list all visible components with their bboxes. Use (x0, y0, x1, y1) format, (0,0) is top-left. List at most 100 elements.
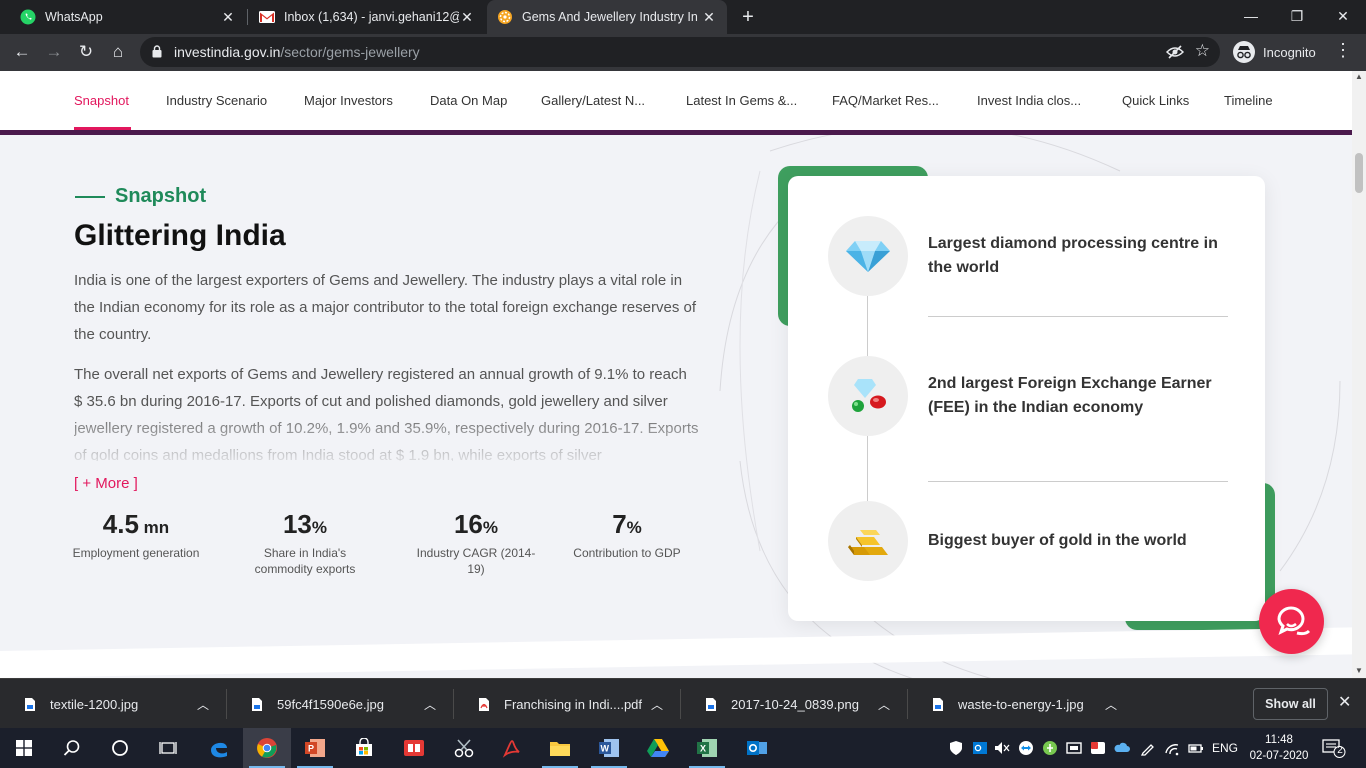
chevron-up-icon[interactable]: ︿ (874, 696, 894, 713)
incognito-profile-button[interactable]: Incognito (1233, 38, 1316, 66)
file-icon (24, 697, 36, 712)
download-item[interactable]: Franchising in Indi....pdf ︿ (454, 679, 681, 729)
close-tab-icon[interactable]: ✕ (459, 9, 475, 26)
system-clock[interactable]: 11:48 02-07-2020 (1248, 732, 1310, 764)
svg-text:X: X (700, 744, 706, 754)
chevron-up-icon[interactable]: ︿ (420, 696, 440, 713)
bookmark-star-icon[interactable]: ☆ (1195, 41, 1210, 61)
intro-paragraph: India is one of the largest exporters of… (74, 272, 697, 343)
notification-app-icon[interactable] (1090, 740, 1106, 756)
tab-title: WhatsApp (45, 10, 103, 24)
google-drive-icon[interactable] (634, 728, 682, 768)
display-tray-icon[interactable] (1066, 740, 1082, 756)
battery-icon[interactable] (1188, 740, 1204, 756)
download-item[interactable]: waste-to-energy-1.jpg ︿ (908, 679, 1135, 729)
subnav-invest-india[interactable]: Invest India clos... (977, 93, 1081, 108)
web-page: Snapshot Industry Scenario Major Investo… (0, 71, 1352, 678)
sync-tray-icon[interactable] (1042, 740, 1058, 756)
cortana-icon[interactable] (96, 728, 144, 768)
restore-icon[interactable]: ❐ (1274, 0, 1320, 32)
stat-value: 4.5 mn (102, 509, 170, 539)
chevron-up-icon[interactable]: ︿ (647, 696, 667, 713)
wifi-icon[interactable] (1164, 740, 1180, 756)
page-scrollbar[interactable]: ▲ ▼ (1352, 71, 1366, 678)
input-language-label[interactable]: ENG (1212, 741, 1238, 755)
address-bar[interactable]: investindia.gov.in/sector/gems-jewellery… (140, 37, 1220, 67)
tab-whatsapp[interactable]: WhatsApp ✕ (10, 0, 246, 34)
reader-app-icon[interactable] (390, 728, 438, 768)
outlook-icon[interactable] (733, 728, 781, 768)
stat-industry-cagr: 16% Industry CAGR (2014-19) (411, 509, 541, 577)
subnav-quick-links[interactable]: Quick Links (1122, 93, 1189, 108)
close-tab-icon[interactable]: ✕ (220, 9, 236, 26)
download-item[interactable]: 59fc4f1590e6e.jpg ︿ (227, 679, 454, 729)
home-icon[interactable]: ⌂ (106, 40, 130, 64)
subnav-major-investors[interactable]: Major Investors (304, 93, 393, 108)
task-view-icon[interactable] (144, 728, 192, 768)
svg-text:W: W (601, 744, 610, 754)
subnav-industry-scenario[interactable]: Industry Scenario (166, 93, 267, 108)
teamviewer-icon[interactable] (1018, 740, 1034, 756)
chat-bubble-icon (1277, 606, 1311, 636)
action-center-icon[interactable]: 2 (1322, 738, 1346, 758)
browser-menu-icon[interactable]: ⋮ (1333, 40, 1353, 61)
back-icon[interactable]: ← (10, 40, 34, 64)
reload-icon[interactable]: ↻ (74, 40, 98, 64)
tab-gmail[interactable]: Inbox (1,634) - janvi.gehani12@g ✕ (249, 0, 485, 34)
subnav-faq-market[interactable]: FAQ/Market Res... (832, 93, 939, 108)
read-more-link[interactable]: [ + More ] (74, 475, 138, 492)
fact-text: Biggest buyer of gold in the world (928, 532, 1187, 549)
edge-browser-icon[interactable] (195, 728, 243, 768)
powerpoint-icon[interactable]: P (291, 728, 339, 768)
search-icon[interactable] (48, 728, 96, 768)
subnav-timeline[interactable]: Timeline (1224, 93, 1273, 108)
microsoft-store-icon[interactable] (340, 728, 388, 768)
divider-line (928, 316, 1228, 317)
download-shelf: textile-1200.jpg ︿ 59fc4f1590e6e.jpg ︿ F… (0, 678, 1366, 728)
snipping-tool-icon[interactable] (440, 728, 488, 768)
office-tray-icon[interactable] (972, 740, 988, 756)
subnav-gallery[interactable]: Gallery/Latest N... (541, 93, 645, 108)
tracking-blocked-eye-icon[interactable] (1166, 44, 1184, 60)
volume-muted-icon[interactable] (994, 740, 1010, 756)
chevron-up-icon[interactable]: ︿ (193, 696, 213, 713)
close-window-icon[interactable]: ✕ (1320, 0, 1366, 32)
stat-label: Employment generation (72, 546, 200, 560)
scroll-down-icon[interactable]: ▼ (1355, 667, 1363, 675)
chevron-up-icon[interactable]: ︿ (1101, 696, 1121, 713)
onedrive-icon[interactable] (1114, 740, 1130, 756)
stat-employment: 4.5 mn Employment generation (71, 509, 201, 561)
show-all-downloads-button[interactable]: Show all (1253, 688, 1328, 720)
download-item[interactable]: textile-1200.jpg ︿ (0, 679, 227, 729)
subnav-data-on-map[interactable]: Data On Map (430, 93, 507, 108)
download-item[interactable]: 2017-10-24_0839.png ︿ (681, 679, 908, 729)
tab-gems-jewellery[interactable]: Gems And Jewellery Industry In In ✕ (487, 0, 727, 34)
forward-icon[interactable]: → (42, 40, 66, 64)
adobe-acrobat-icon[interactable] (488, 728, 536, 768)
security-shield-icon[interactable] (948, 740, 964, 756)
file-explorer-icon[interactable] (536, 728, 584, 768)
incognito-icon (1233, 41, 1255, 63)
browser-toolbar: ← → ↻ ⌂ investindia.gov.in/sector/gems-j… (0, 34, 1366, 71)
close-shelf-icon[interactable]: ✕ (1338, 692, 1351, 712)
new-tab-button[interactable]: + (738, 5, 758, 29)
clock-time: 11:48 (1265, 734, 1293, 746)
chrome-icon[interactable] (243, 728, 291, 768)
excel-icon[interactable]: X (683, 728, 731, 768)
highlights-card: Largest diamond processing centre in the… (788, 176, 1265, 621)
word-icon[interactable]: W (585, 728, 633, 768)
chat-widget-button[interactable] (1259, 589, 1324, 654)
stat-value: 7% (612, 509, 642, 539)
subnav-snapshot[interactable]: Snapshot (74, 93, 129, 108)
pen-workspace-icon[interactable] (1140, 740, 1156, 756)
subnav-latest-in-gems[interactable]: Latest In Gems &... (686, 93, 797, 108)
diamond-icon (828, 216, 908, 296)
start-windows-icon[interactable] (0, 728, 48, 768)
minimize-icon[interactable]: — (1228, 0, 1274, 32)
url-text: investindia.gov.in/sector/gems-jewellery (174, 44, 420, 60)
scroll-up-icon[interactable]: ▲ (1355, 73, 1363, 81)
lock-icon (152, 45, 162, 58)
scroll-thumb[interactable] (1355, 153, 1363, 193)
close-tab-icon[interactable]: ✕ (701, 9, 717, 26)
windows-taskbar: P W X ENG 11:48 02-07-2020 2 (0, 728, 1366, 768)
